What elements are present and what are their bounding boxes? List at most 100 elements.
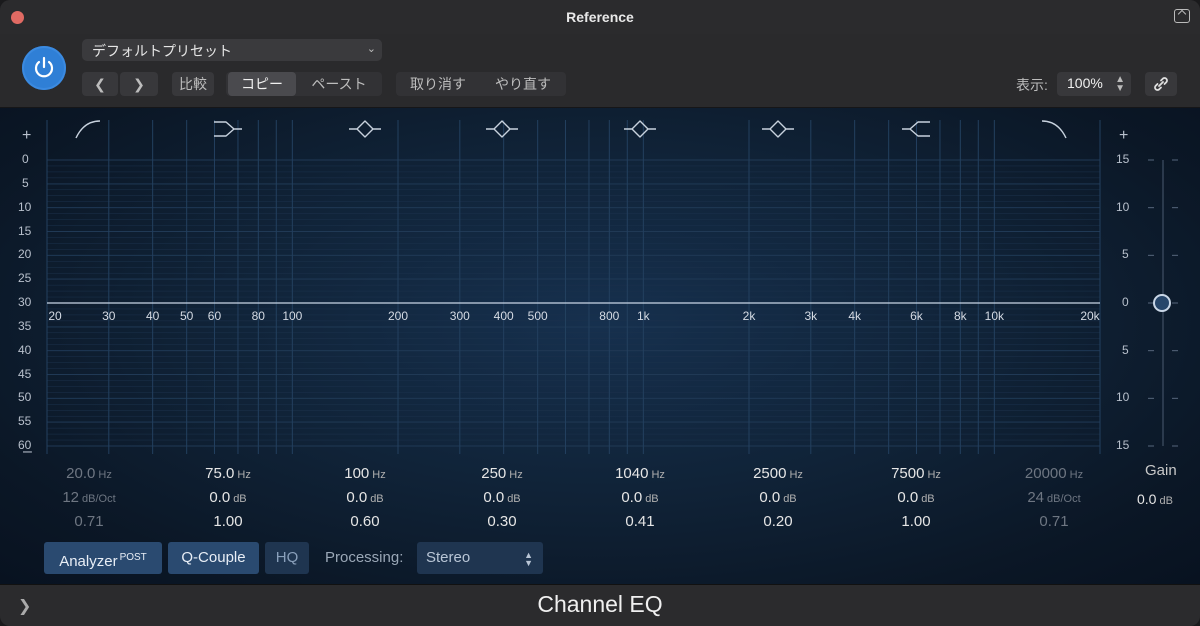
band-frequency[interactable]: 250 Hz [442,462,562,486]
band-frequency[interactable]: 2500 Hz [718,462,838,486]
copy-button[interactable]: コピー [228,72,296,96]
frequency-label: 300 [449,309,470,323]
frequency-label: 40 [145,309,160,323]
band-gain[interactable]: 0.0 dB [305,486,425,510]
scale-zoom-in-icon[interactable]: + [1119,127,1128,145]
zoom-label: 表示: [1016,77,1048,93]
band-q-value: 0.30 [487,513,517,530]
next-preset-button[interactable]: ❯ [120,72,158,96]
band-frequency[interactable]: 20000 Hz [994,462,1114,486]
scale-zoom-in-icon[interactable]: + [22,127,31,145]
band-frequency[interactable]: 1040 Hz [580,462,700,486]
band-gain-value: 0.0 [897,489,919,506]
band-frequency-value: 2500 [753,465,787,482]
frequency-label: 2k [742,309,756,323]
bell-icon[interactable] [624,120,656,138]
band-q-value: 0.41 [625,513,655,530]
band-gain-unit: dB/Oct [82,493,116,505]
low-cut-icon[interactable] [75,120,101,139]
detach-window-icon[interactable] [1174,9,1190,23]
gain-slider-knob[interactable] [1153,294,1171,312]
paste-button[interactable]: ペースト [298,72,380,96]
right-scale-label: 5 [1122,247,1129,262]
undo-button[interactable]: 取り消す [398,72,478,96]
eq-graph[interactable] [0,108,1200,468]
stepper-icon: ▲ ▼ [1115,74,1125,94]
analyzer-button[interactable]: Analyzer POST [44,542,162,574]
band-4-params: 250 Hz 0.0 dB 0.30 [442,462,562,534]
q-couple-button[interactable]: Q-Couple [168,542,259,574]
band-frequency[interactable]: 7500 Hz [856,462,976,486]
band-gain[interactable]: 0.0 dB [168,486,288,510]
link-icon [1154,77,1168,91]
preset-name: デフォルトプリセット [92,43,232,59]
preset-dropdown[interactable]: デフォルトプリセット ⌄ [82,39,382,61]
frequency-label: 4k [848,309,861,323]
band-gain-unit: dB [645,493,659,505]
frequency-label: 50 [179,309,194,323]
band-q[interactable]: 1.00 [856,510,976,534]
band-frequency[interactable]: 20.0 Hz [29,462,149,486]
band-frequency-unit: Hz [651,469,665,481]
band-frequency-value: 20.0 [66,465,96,482]
high-cut-icon[interactable] [1041,120,1067,139]
frequency-label: 1k [636,309,650,323]
power-icon [34,56,54,78]
band-q[interactable]: 0.71 [994,510,1114,534]
eq-graph-area: 0 5 10 15 20 25 30 35 40 45 50 55 60 20 30 40 50 60 80 100 2… [0,108,1200,584]
band-q-value: 1.00 [213,513,243,530]
band-gain-unit: dB [921,493,935,505]
band-frequency-value: 1040 [615,465,649,482]
band-frequency[interactable]: 75.0 Hz [168,462,288,486]
band-q[interactable]: 0.30 [442,510,562,534]
band-q[interactable]: 0.20 [718,510,838,534]
plugin-window: Reference デフォルトプリセット ⌄ ❮ ❯ 比較 コピー ペースト 取… [0,0,1200,626]
right-scale-label: 0 [1122,295,1129,309]
bell-icon[interactable] [349,120,381,138]
right-scale-label: 10 [1116,390,1130,405]
right-scale-label: 5 [1122,342,1129,357]
plugin-footer: ❯ Channel EQ [0,584,1200,626]
left-scale-label: 10 [18,199,32,214]
frequency-label: 400 [493,309,514,323]
compare-button[interactable]: 比較 [172,72,214,96]
link-button[interactable] [1145,72,1177,96]
scale-zoom-out-icon[interactable]: – [23,443,32,461]
analyzer-label: Analyzer [59,553,118,570]
band-frequency-value: 250 [481,465,507,482]
band-frequency-unit: Hz [98,469,112,481]
band-frequency-value: 100 [344,465,370,482]
band-gain[interactable]: 24 dB/Oct [994,486,1114,510]
processing-select[interactable]: Stereo ▲ ▼ [417,542,543,574]
band-gain[interactable]: 0.0 dB [442,486,562,510]
frequency-label: 3k [804,309,818,323]
left-scale-label: 5 [22,175,29,190]
analyzer-post-badge: POST [119,552,147,563]
previous-preset-button[interactable]: ❮ [82,72,118,96]
band-gain[interactable]: 0.0 dB [718,486,838,510]
band-frequency-unit: Hz [1069,469,1084,481]
gain-label: Gain [1145,462,1177,479]
gain-value[interactable]: 0.0 dB [1137,491,1173,507]
band-frequency-value: 75.0 [205,465,235,482]
bell-icon[interactable] [762,120,794,138]
title-bar: Reference [0,0,1200,34]
processing-value: Stereo [426,549,471,566]
power-button[interactable] [22,46,66,90]
left-scale-label: 55 [18,414,32,429]
bell-icon[interactable] [486,120,518,138]
hq-button[interactable]: HQ [265,542,309,574]
band-gain[interactable]: 0.0 dB [856,486,976,510]
left-scale-label: 30 [18,295,32,309]
zoom-select[interactable]: 100% ▲ ▼ [1057,72,1131,96]
right-scale-label: 15 [1116,438,1130,452]
redo-button[interactable]: やり直す [482,72,564,96]
band-q[interactable]: 1.00 [168,510,288,534]
band-gain[interactable]: 12 dB/Oct [29,486,149,510]
band-q[interactable]: 0.71 [29,510,149,534]
band-frequency[interactable]: 100 Hz [305,462,425,486]
band-gain[interactable]: 0.0 dB [580,486,700,510]
band-q[interactable]: 0.41 [580,510,700,534]
band-gain-value: 24 [1027,489,1045,506]
band-q[interactable]: 0.60 [305,510,425,534]
